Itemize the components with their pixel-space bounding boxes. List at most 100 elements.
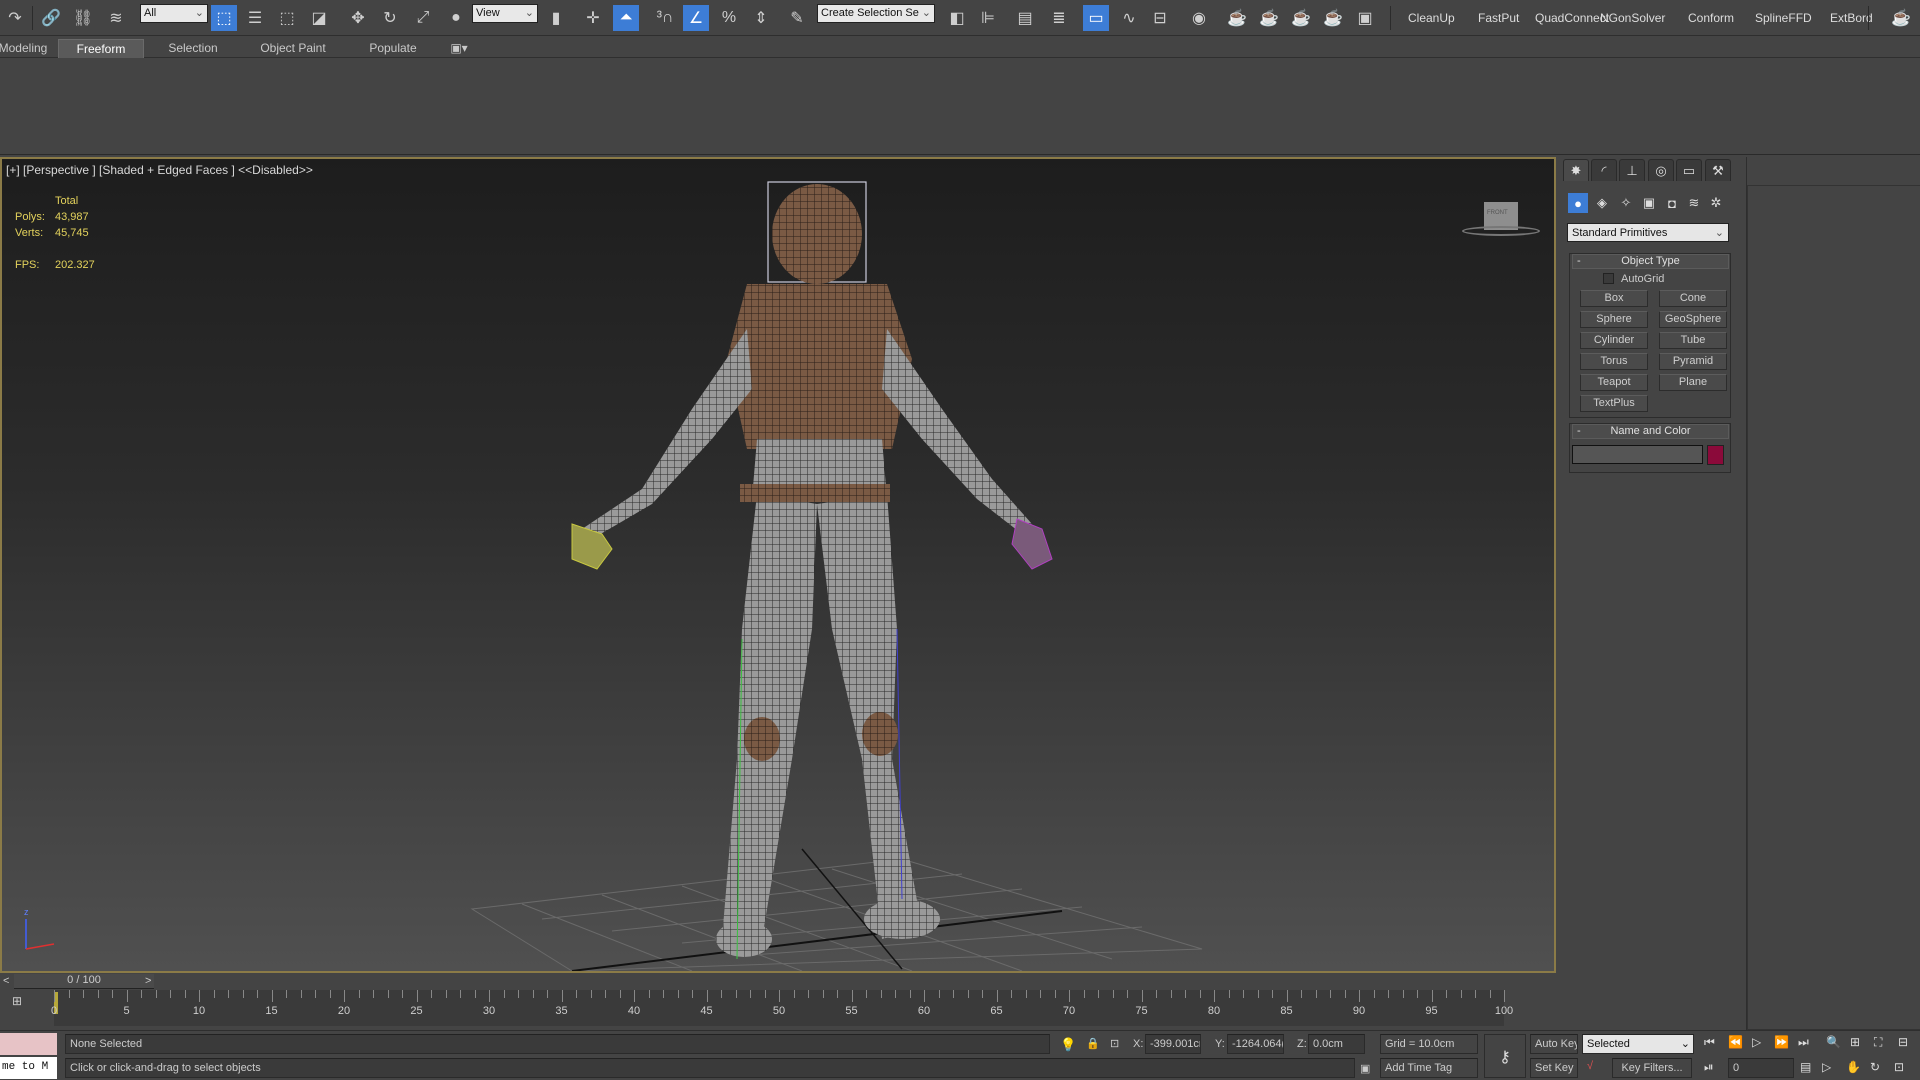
space-warps-icon[interactable]: ≋ [1684,193,1704,213]
sphere-button[interactable]: Sphere [1580,311,1648,328]
rotate-icon[interactable]: ↻ [377,5,403,31]
scene-explorer-icon[interactable]: ▤ [1012,5,1038,31]
align-icon[interactable]: ⊫ [975,5,1001,31]
place-icon[interactable]: ● [443,5,469,31]
plugin-cleanup-button[interactable]: CleanUp [1408,11,1455,25]
key-mode-dropdown[interactable]: Selected ⌄ [1582,1034,1694,1054]
pyramid-button[interactable]: Pyramid [1659,353,1727,370]
select-manipulate-icon[interactable]: ✛ [580,5,606,31]
prev-key-icon[interactable]: ⏪ [1728,1035,1743,1049]
plugin-fastput-button[interactable]: FastPut [1478,11,1519,25]
render-cloud-icon[interactable]: ☕ [1320,5,1346,31]
create-tab-icon[interactable]: ✸ [1563,159,1589,181]
field-of-view-icon[interactable]: ▷ [1822,1060,1831,1074]
plugin-conform-button[interactable]: Conform [1688,11,1734,25]
link-icon[interactable]: 🔗 [38,5,64,31]
zoom-extents-all-icon[interactable]: ⊟ [1898,1035,1908,1049]
textplus-button[interactable]: TextPlus [1580,395,1648,412]
tab-populate[interactable]: Populate [360,39,426,58]
object-name-input[interactable] [1572,445,1703,464]
shapes-icon[interactable]: ◈ [1592,193,1612,213]
next-key-icon[interactable]: ⏩ [1774,1035,1789,1049]
cameras-icon[interactable]: ▣ [1639,193,1659,213]
hierarchy-tab-icon[interactable]: ⊥ [1619,159,1645,181]
tab-modeling[interactable]: Modeling [0,39,50,58]
set-key-icon[interactable]: ⚷ [1484,1034,1526,1078]
teapot-button[interactable]: Teapot [1580,374,1648,391]
curve-icon[interactable]: √ [1587,1060,1593,1072]
cone-button[interactable]: Cone [1659,290,1727,307]
display-tab-icon[interactable]: ▭ [1676,159,1702,181]
category-dropdown[interactable]: Standard Primitives ⌄ [1567,223,1729,242]
track-bar[interactable]: ⊞ 0 5 10 15 20 25 30 35 40 45 50 55 60 65 70 75 80 85 90 95… [0,990,1556,1028]
plugin-ngonsolver-button[interactable]: NGonSolver [1600,11,1665,25]
edit-named-selection-icon[interactable]: ✎ [784,5,810,31]
time-slider-thumb[interactable]: 0 / 100 [14,974,154,989]
orbit-icon[interactable]: ↻ [1870,1060,1880,1074]
window-crossing-icon[interactable]: ◪ [306,5,332,31]
modify-tab-icon[interactable]: ◜ [1591,159,1617,181]
name-color-header[interactable]: - Name and Color [1572,424,1729,439]
named-selection-dropdown[interactable]: Create Selection Se ⌄ [817,4,935,23]
select-object-icon[interactable]: ⬚ [211,5,237,31]
play-icon[interactable]: ▷ [1752,1035,1761,1049]
mini-curve-editor-icon[interactable]: ⊞ [12,994,28,1014]
maximize-viewport-icon[interactable]: ⊡ [1894,1060,1904,1074]
geosphere-button[interactable]: GeoSphere [1659,311,1727,328]
unlink-icon[interactable]: ⛓ [70,5,96,31]
selection-filter-dropdown[interactable]: All ⌄ [140,4,208,23]
viewcube-compass-ring[interactable] [1462,226,1540,236]
auto-key-button[interactable]: Auto Key [1530,1034,1578,1054]
keyboard-shortcut-override-icon[interactable]: ⏶ [613,5,639,31]
plugin-quadconnect-button[interactable]: QuadConnect [1535,11,1609,25]
box-button[interactable]: Box [1580,290,1648,307]
render-setup-icon[interactable]: ☕ [1224,5,1250,31]
cylinder-button[interactable]: Cylinder [1580,332,1648,349]
helpers-icon[interactable]: ◘ [1662,193,1682,213]
maxscript-listener-top[interactable] [0,1033,57,1055]
percent-snap-icon[interactable]: % [716,5,742,31]
isolate-icon[interactable]: 💡 [1060,1037,1076,1053]
plane-button[interactable]: Plane [1659,374,1727,391]
lights-icon[interactable]: ✧ [1616,193,1636,213]
current-frame-field[interactable]: 0 [1728,1058,1794,1078]
pivot-center-icon[interactable]: ▮ [543,5,569,31]
rectangle-selection-icon[interactable]: ⬚ [274,5,300,31]
material-editor-icon[interactable]: ◉ [1186,5,1212,31]
snaps-toggle-icon[interactable]: ³∩ [652,5,678,31]
tube-button[interactable]: Tube [1659,332,1727,349]
set-key-button[interactable]: Set Key [1530,1058,1578,1078]
zoom-icon[interactable]: 🔍 [1826,1035,1841,1049]
perspective-viewport[interactable]: [+] [Perspective ] [Shaded + Edged Faces… [0,157,1556,973]
systems-icon[interactable]: ✲ [1706,193,1726,213]
time-config-icon[interactable]: ▤ [1800,1060,1811,1074]
key-mode-toggle-icon[interactable]: ⏯ [1704,1060,1714,1075]
tab-object-paint[interactable]: Object Paint [252,39,334,58]
pan-icon[interactable]: ✋ [1846,1060,1861,1074]
goto-start-icon[interactable]: ⏮ [1704,1035,1715,1050]
time-tag-icon[interactable]: ▣ [1360,1062,1370,1075]
a360-gallery-icon[interactable]: ▣ [1352,5,1378,31]
schematic-view-icon[interactable]: ⊟ [1147,5,1173,31]
mirror-icon[interactable]: ◧ [944,5,970,31]
y-coordinate-field[interactable]: -1264.064( [1227,1034,1284,1054]
zoom-all-icon[interactable]: ⊞ [1850,1035,1860,1049]
next-frame-button[interactable]: > [145,975,151,987]
z-coordinate-field[interactable]: 0.0cm [1308,1034,1365,1054]
tab-selection[interactable]: Selection [160,39,226,58]
ribbon-options-icon[interactable]: ▣▾ [446,39,472,58]
plugin-splineffd-button[interactable]: SplineFFD [1755,11,1812,25]
select-by-name-icon[interactable]: ☰ [242,5,268,31]
prev-frame-button[interactable]: < [3,975,9,987]
render-production-icon[interactable]: ☕ [1288,5,1314,31]
time-slider[interactable]: < 0 / 100 > [0,973,1556,990]
lock-selection-icon[interactable]: 🔒 [1086,1037,1100,1050]
toggle-ribbon-icon[interactable]: ▭ [1083,5,1109,31]
move-icon[interactable]: ✥ [345,5,371,31]
object-type-header[interactable]: - Object Type [1572,254,1729,269]
goto-end-icon[interactable]: ⏭ [1798,1035,1809,1050]
geometry-icon[interactable]: ● [1568,193,1588,213]
x-coordinate-field[interactable]: -399.001cr [1145,1034,1201,1054]
autogrid-checkbox[interactable] [1603,273,1614,284]
maxscript-listener-input[interactable]: me to M [0,1057,57,1079]
